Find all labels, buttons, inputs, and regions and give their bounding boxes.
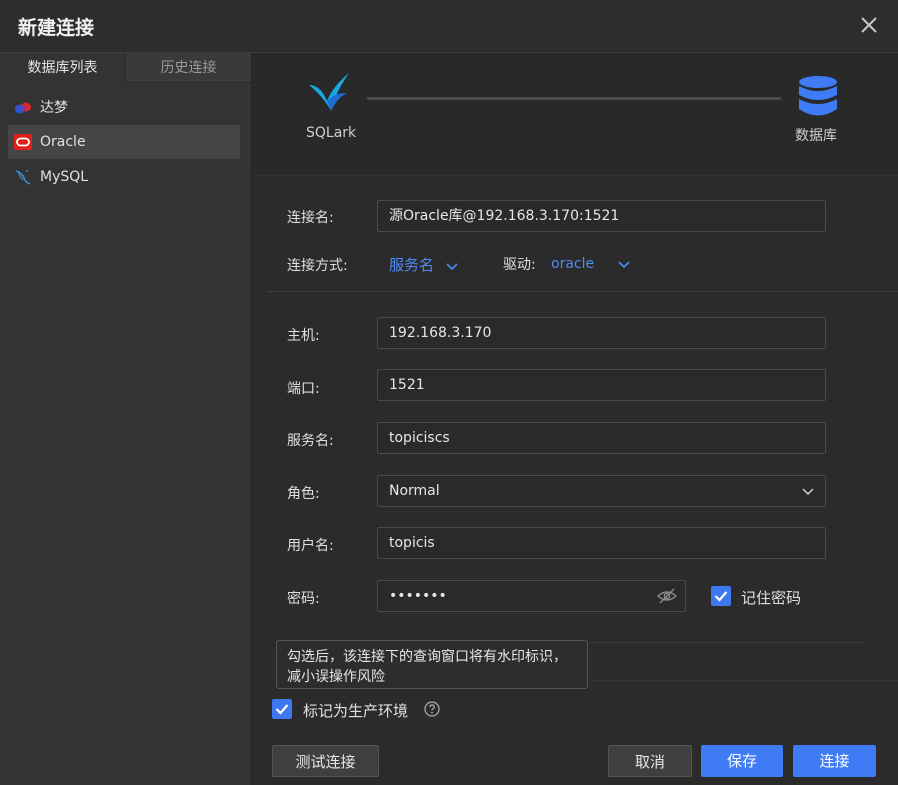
host-input[interactable]: 192.168.3.170 <box>377 317 826 349</box>
section-divider <box>267 291 898 292</box>
close-icon[interactable] <box>856 12 882 38</box>
eye-off-icon[interactable] <box>657 587 677 605</box>
connect-button[interactable]: 连接 <box>793 745 876 777</box>
stepper-target-label: 数据库 <box>795 128 837 144</box>
tab-database-list[interactable]: 数据库列表 <box>0 53 125 83</box>
conn-method-dropdown[interactable]: 服务名 <box>389 254 459 275</box>
sidebar-item-label: 达梦 <box>40 100 68 116</box>
remember-password-label: 记住密码 <box>741 589 802 607</box>
role-select[interactable]: Normal <box>377 475 826 507</box>
password-label: 密码: <box>287 591 320 607</box>
password-value: ••••••• <box>389 588 447 604</box>
tab-history[interactable]: 历史连接 <box>125 53 251 83</box>
mysql-icon <box>15 169 31 185</box>
help-icon[interactable] <box>424 701 440 717</box>
service-input[interactable]: topiciscs <box>377 422 826 454</box>
role-label: 角色: <box>287 486 320 502</box>
production-label: 标记为生产环境 <box>303 702 409 720</box>
conn-method-value: 服务名 <box>389 256 435 274</box>
chevron-down-icon <box>802 488 814 496</box>
sidebar-item-dameng[interactable]: 达梦 <box>8 91 240 125</box>
user-label: 用户名: <box>287 538 334 554</box>
production-tooltip: 勾选后，该连接下的查询窗口将有水印标识，减小误操作风险 <box>276 640 588 689</box>
sqlark-logo-icon <box>309 73 349 111</box>
conn-name-input[interactable]: 源Oracle库@192.168.3.170:1521 <box>377 200 826 232</box>
host-label: 主机: <box>287 328 320 344</box>
conn-method-label: 连接方式: <box>287 258 348 274</box>
sidebar: 数据库列表 历史连接 达梦 Oracle MySQL <box>0 53 252 785</box>
dameng-icon <box>15 102 31 114</box>
sidebar-item-oracle[interactable]: Oracle <box>8 125 240 159</box>
production-checkbox[interactable] <box>272 699 292 719</box>
port-input[interactable]: 1521 <box>377 369 826 401</box>
port-label: 端口: <box>287 381 320 397</box>
check-icon <box>714 591 728 602</box>
user-input[interactable]: topicis <box>377 527 826 559</box>
check-icon <box>275 704 289 715</box>
title-bar: 新建连接 <box>0 0 898 53</box>
stepper-line <box>367 97 781 100</box>
password-input[interactable]: ••••••• <box>377 580 686 612</box>
sidebar-tabs: 数据库列表 历史连接 <box>0 53 251 83</box>
footer-divider <box>591 680 898 681</box>
remember-password-checkbox[interactable] <box>711 586 731 606</box>
service-label: 服务名: <box>287 433 334 449</box>
oracle-icon <box>14 134 32 150</box>
dialog-title: 新建连接 <box>18 17 95 39</box>
role-value: Normal <box>389 483 440 499</box>
driver-dropdown[interactable]: oracle <box>551 253 631 272</box>
chevron-down-icon <box>446 262 458 270</box>
connection-stepper: SQLark 数据库 <box>252 53 898 176</box>
database-icon <box>799 76 837 116</box>
sidebar-item-label: Oracle <box>40 134 86 150</box>
driver-value: oracle <box>551 256 595 272</box>
stepper-source-label: SQLark <box>306 125 357 141</box>
sidebar-item-label: MySQL <box>40 169 89 185</box>
sidebar-item-mysql[interactable]: MySQL <box>8 160 240 194</box>
conn-name-label: 连接名: <box>287 210 334 226</box>
save-button[interactable]: 保存 <box>701 745 783 777</box>
section-divider <box>591 642 866 643</box>
test-connection-button[interactable]: 测试连接 <box>272 745 379 777</box>
cancel-button[interactable]: 取消 <box>608 745 692 777</box>
chevron-down-icon <box>618 260 630 268</box>
driver-label: 驱动: <box>503 257 536 273</box>
